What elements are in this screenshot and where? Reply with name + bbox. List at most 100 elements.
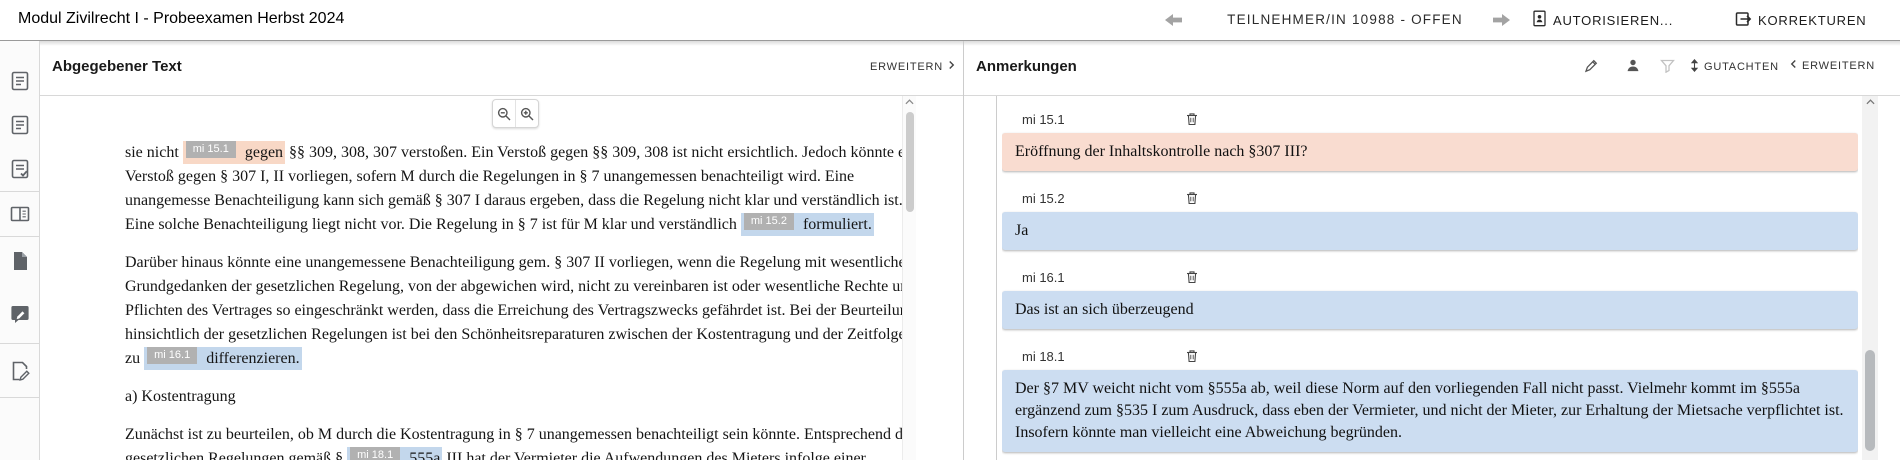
annotation-id-label: mi 15.1 [1022,112,1065,127]
text-line: Verstoß gegen § 307 I, II vorliegen, sof… [125,165,905,189]
authorize-document-icon [1532,10,1547,30]
screen: Modul Zivilrecht I - Probeexamen Herbst … [0,0,1900,460]
person-icon[interactable] [1625,57,1641,79]
page-title: Modul Zivilrecht I - Probeexamen Herbst … [18,10,344,28]
submitted-text-icon[interactable] [0,59,39,103]
annotations-scrollbar[interactable] [1862,96,1878,460]
text-paragraph: 18Zunächst ist zu beurteilen, ob M durch… [125,423,905,460]
corrected-text-icon[interactable] [0,147,39,191]
text-line: zu mi 16.1 differenzieren. [125,347,905,371]
zoom-in-button[interactable] [515,100,538,127]
text-segment: Grundgedanken der gesetzlichen Regelung,… [125,278,905,295]
annotation-id-label: mi 16.1 [1022,270,1065,285]
draft-edit-icon[interactable] [0,344,39,397]
authorize-label: AUTORISIEREN... [1553,13,1673,28]
highlighted-text-segment: gegen [239,141,285,164]
submitted-text-title: Abgegebener Text [52,58,182,75]
annotation-id-label: mi 18.1 [1022,349,1065,364]
annotation-entry: mi 16.1 Das ist an sich überzeugend [1002,270,1858,329]
panel-divider [963,41,964,460]
scroll-up-icon[interactable] [903,99,916,105]
text-line: unangemesse Benachteiligung kann sich ge… [125,189,905,213]
annotation-entry: mi 18.1 Der §7 MV weicht nicht vom §555a … [1002,349,1858,452]
annotation-marker-badge[interactable]: mi 15.2 [744,213,794,230]
annotation-card[interactable]: Das ist an sich überzeugend [1002,291,1858,329]
text-line: hinsichtlich der gesetzlichen Regelungen… [125,323,905,347]
annotation-label-row: mi 15.1 [1002,112,1858,128]
annotation-label-row: mi 15.2 [1002,191,1858,207]
annotation-label-row: mi 16.1 [1002,270,1858,286]
annotation-entry: mi 15.2 Ja [1002,191,1858,250]
annotation-marker-badge[interactable]: mi 16.1 [147,347,197,364]
text-segment: Zunächst ist zu beurteilen, ob M durch d… [125,426,905,443]
text-segment: Verstoß gegen § 307 I, II vorliegen, sof… [125,168,854,185]
text-segment: a) Kostentragung [125,388,236,405]
expand-text-label: ERWEITERN [870,61,943,73]
document-icon[interactable] [0,237,39,285]
previous-participant-arrow-icon[interactable] [1165,13,1185,27]
expand-text-panel-link[interactable]: ERWEITERN [870,60,955,73]
text-line: Pflichten des Vertrages so eingeschränkt… [125,299,905,323]
annotation-id-label: mi 15.2 [1022,191,1065,206]
zoom-controls [492,99,539,128]
annotation-highlight: mi 16.1 [144,347,200,370]
text-segment: unangemesse Benachteiligung kann sich ge… [125,192,903,209]
text-line: sie nicht mi 15.1 gegen §§ 309, 308, 307… [125,141,905,165]
text-segment: Pflichten des Vertrages so eingeschränkt… [125,302,905,319]
corrections-box-arrow-icon [1735,11,1752,30]
text-scrollbar-thumb[interactable] [906,112,914,212]
text-segment: sie nicht [125,144,183,161]
topbar: Modul Zivilrecht I - Probeexamen Herbst … [0,0,1900,40]
collapse-annotations-label: ERWEITERN [1802,60,1875,72]
delete-annotation-button[interactable] [1184,269,1200,285]
comment-edit-icon[interactable] [0,285,39,343]
scroll-up-icon[interactable] [1862,99,1878,105]
annotations-scrollbar-thumb[interactable] [1865,350,1875,451]
chevron-left-icon [1790,59,1797,72]
sidebar-divider [0,397,39,398]
corrections-button[interactable]: KORREKTUREN [1735,9,1866,31]
next-participant-arrow-icon[interactable] [1492,13,1512,27]
annotation-marker-badge[interactable]: mi 15.1 [186,141,236,158]
text-segment: Darüber hinaus könnte eine unangemessene… [125,254,905,271]
highlighted-text-segment: 555a [403,447,442,460]
text-line: Darüber hinaus könnte eine unangemessene… [125,251,905,275]
reference-book-icon[interactable] [0,192,39,236]
highlighted-text-segment: formuliert. [797,213,874,236]
text-segment: Eine solche Benachteiligung liegt nicht … [125,216,741,233]
collapse-annotations-link[interactable]: ERWEITERN [1790,59,1875,72]
zoom-out-button[interactable] [493,100,515,127]
gutachten-button[interactable]: GUTACHTEN [1690,59,1779,75]
text-line: gesetzlichen Regelungen gemäß § mi 18.1 … [125,447,905,460]
submitted-text-content: sie nicht mi 15.1 gegen §§ 309, 308, 307… [125,141,905,460]
topbar-divider [0,40,1900,41]
annotation-card[interactable]: Ja [1002,212,1858,250]
annotation-highlight: mi 15.2 [741,213,797,236]
delete-annotation-button[interactable] [1184,190,1200,206]
filter-icon[interactable] [1660,59,1675,78]
text-segment: gesetzlichen Regelungen gemäß § [125,450,347,460]
corrections-label: KORREKTUREN [1758,13,1866,28]
annotation-card[interactable]: Eröffnung der Inhaltskontrolle nach §307… [1002,133,1858,171]
delete-annotation-button[interactable] [1184,111,1200,127]
exam-task-icon[interactable] [0,103,39,147]
text-scrollbar[interactable] [902,96,916,460]
pen-icon[interactable] [1583,58,1599,79]
annotations-title: Anmerkungen [976,58,1077,75]
text-segment: §§ 309, 308, 307 verstoßen. Ein Verstoß … [285,144,905,161]
annotation-marker-badge[interactable]: mi 18.1 [350,447,400,460]
delete-annotation-button[interactable] [1184,348,1200,364]
text-segment: hinsichtlich der gesetzlichen Regelungen… [125,326,905,343]
text-paragraph: 17a) Kostentragung [125,385,905,409]
text-segment: zu [125,350,144,367]
authorize-button[interactable]: AUTORISIEREN... [1532,9,1673,31]
annotation-label-row: mi 18.1 [1002,349,1858,365]
chevron-right-icon [948,60,955,73]
annotations-anchor-line [996,96,997,460]
annotation-card[interactable]: Der §7 MV weicht nicht vom §555a ab, wei… [1002,370,1858,452]
text-line: Grundgedanken der gesetzlichen Regelung,… [125,275,905,299]
sidebar [0,41,40,460]
text-segment: III hat der Vermieter die Aufwendungen d… [442,450,866,460]
annotation-highlight: mi 15.1 [183,141,239,164]
text-line: Eine solche Benachteiligung liegt nicht … [125,213,905,237]
